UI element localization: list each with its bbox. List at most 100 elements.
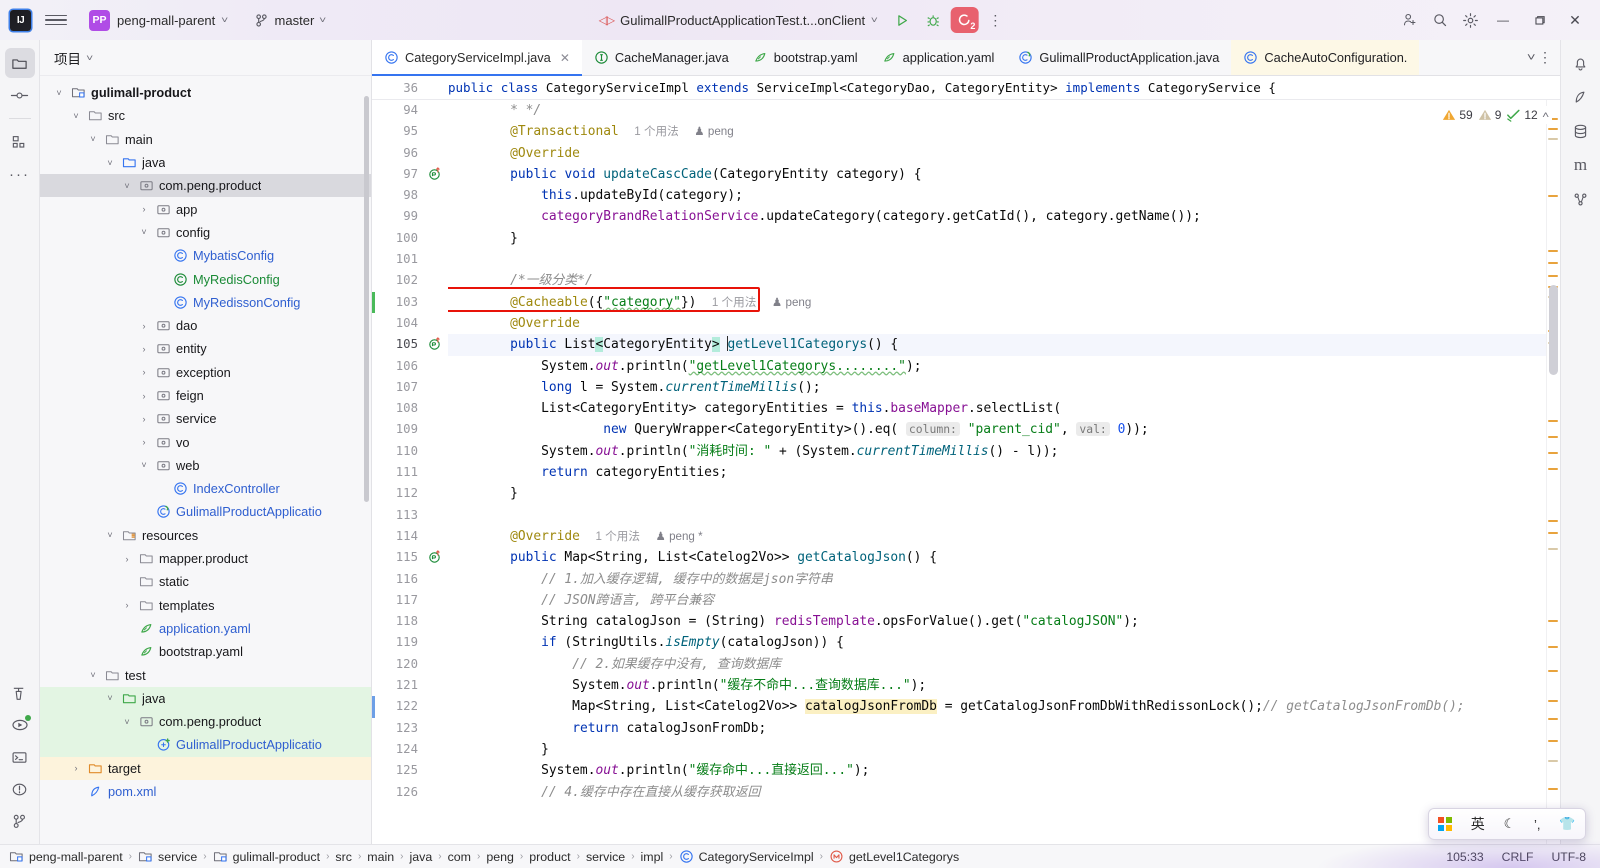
tab-application-yaml[interactable]: application.yaml	[870, 40, 1007, 75]
marker-tick[interactable]	[1548, 788, 1558, 791]
marker-tick[interactable]	[1548, 740, 1558, 743]
gutter-icon-slot[interactable]	[426, 377, 448, 398]
maximize-window-button[interactable]	[1522, 6, 1556, 34]
line-separator[interactable]: CRLF	[1502, 850, 1534, 864]
code-line[interactable]: * */	[448, 100, 1546, 121]
code-line[interactable]: String catalogJson = (String) redisTempl…	[448, 611, 1546, 632]
tree-node-app[interactable]: › app	[40, 197, 371, 220]
gutter-icon-slot[interactable]	[426, 398, 448, 419]
sidebar-item-maven[interactable]	[1566, 82, 1596, 112]
gutter-icon-slot[interactable]	[426, 611, 448, 632]
tab-cachemanager-java[interactable]: CacheManager.java	[582, 40, 741, 75]
code-line[interactable]: // JSON跨语言, 跨平台兼容	[448, 590, 1546, 611]
marker-tick[interactable]	[1548, 700, 1558, 703]
override-method-icon[interactable]	[427, 336, 442, 351]
project-tree[interactable]: ˅ gulimall-product ˅ src ˅ main ˅ java ˅ com.peng…	[40, 76, 371, 844]
gutter-icon-slot[interactable]	[426, 696, 448, 717]
vcs-change-marker[interactable]	[372, 291, 375, 313]
inspection-status-widget[interactable]: 59 9 12 ˄	[1438, 106, 1552, 124]
tree-expand-arrow[interactable]: ›	[137, 391, 151, 401]
sidebar-item-database[interactable]	[1566, 116, 1596, 146]
tree-node-static[interactable]: static	[40, 570, 371, 593]
code-editor[interactable]: 94 95 96 97 98 99 100 101 102 103 104 105 106 107 108 1…	[372, 100, 1560, 844]
marker-tick[interactable]	[1548, 532, 1558, 535]
code-line[interactable]: @Cacheable({"category"}) 1 个用法 ♟ peng	[448, 292, 1546, 313]
gutter-icon-slot[interactable]	[426, 441, 448, 462]
tree-expand-arrow[interactable]: ›	[137, 437, 151, 447]
close-window-button[interactable]: ✕	[1558, 6, 1592, 34]
code-line[interactable]: System.out.println("消耗时间: " + (System.cu…	[448, 441, 1546, 462]
sidebar-item-terminal[interactable]	[5, 742, 35, 772]
tree-expand-arrow[interactable]: ˅	[120, 717, 134, 727]
gutter-icon-slot[interactable]	[426, 675, 448, 696]
breadcrumb-item-java[interactable]: java	[409, 850, 434, 864]
code-line[interactable]: public void updateCascCade(CategoryEntit…	[448, 164, 1546, 185]
project-selector[interactable]: PP peng-mall-parent ˅	[83, 7, 234, 34]
tree-expand-arrow[interactable]: ›	[137, 414, 151, 424]
tree-expand-arrow[interactable]: ˅	[86, 134, 100, 144]
code-line[interactable]: this.updateById(category);	[448, 185, 1546, 206]
moon-icon[interactable]: ☾	[1504, 816, 1516, 832]
breadcrumb-item-src[interactable]: src	[334, 850, 353, 864]
tree-node-gulimallproductapplicatio[interactable]: GulimallProductApplicatio	[40, 500, 371, 523]
breadcrumb[interactable]: peng-mall-parent › service › gulimall-produc…	[8, 849, 960, 864]
file-encoding[interactable]: UTF-8	[1551, 850, 1586, 864]
services-run-badge[interactable]: 2	[950, 7, 979, 33]
code-line[interactable]: System.out.println("getLevel1Categorys..…	[448, 356, 1546, 377]
code-line[interactable]: // 2.如果缓存中没有, 查询数据库	[448, 654, 1546, 675]
gutter-icon-slot[interactable]	[426, 782, 448, 803]
tree-expand-arrow[interactable]: ˅	[103, 530, 117, 540]
tab-close-icon[interactable]: ✕	[560, 51, 570, 65]
vcs-change-marker[interactable]	[372, 696, 375, 718]
tree-node-java[interactable]: ˅ java	[40, 686, 371, 711]
gutter-icon-slot[interactable]	[426, 718, 448, 739]
code-line[interactable]: /*一级分类*/	[448, 270, 1546, 291]
gutter-icon-slot[interactable]	[426, 654, 448, 675]
gutter-icon-slot[interactable]	[426, 100, 448, 121]
sidebar-item-more-tool-windows[interactable]: ···	[5, 159, 35, 189]
gutter-icon-slot[interactable]	[426, 143, 448, 164]
tree-node-web[interactable]: ˅ web	[40, 454, 371, 477]
override-method-icon[interactable]	[427, 166, 442, 181]
sidebar-item-notifications[interactable]	[1566, 48, 1596, 78]
ime-mode-label[interactable]: 英	[1471, 814, 1485, 834]
tree-node-resources[interactable]: ˅ resources	[40, 524, 371, 547]
gutter-icon-slot[interactable]	[426, 739, 448, 760]
marker-tick[interactable]	[1548, 520, 1558, 523]
tree-node-application-yaml[interactable]: application.yaml	[40, 617, 371, 640]
tree-node-feign[interactable]: › feign	[40, 384, 371, 407]
tree-node-target[interactable]: › target	[40, 756, 371, 780]
sidebar-item-project[interactable]	[4, 48, 35, 78]
marker-tick[interactable]	[1548, 718, 1558, 721]
tree-expand-arrow[interactable]: ˅	[86, 670, 100, 680]
marker-tick[interactable]	[1548, 128, 1558, 131]
tree-node-dao[interactable]: › dao	[40, 314, 371, 337]
breadcrumb-item-main[interactable]: main	[366, 850, 395, 864]
gutter-icon-slot[interactable]	[426, 164, 448, 185]
tree-node-service[interactable]: › service	[40, 407, 371, 430]
gutter-icon-slot[interactable]	[426, 462, 448, 483]
settings-button[interactable]	[1456, 7, 1484, 33]
tree-expand-arrow[interactable]: ›	[137, 344, 151, 354]
gutter-icon-slot[interactable]	[426, 760, 448, 781]
caret-position[interactable]: 105:33	[1446, 850, 1483, 864]
tree-expand-arrow[interactable]: ›	[137, 321, 151, 331]
run-button[interactable]	[888, 7, 916, 33]
breadcrumb-item-product[interactable]: product	[528, 850, 571, 864]
gutter-icon-slot[interactable]	[426, 185, 448, 206]
tree-expand-arrow[interactable]: ›	[69, 763, 83, 773]
tree-node-main[interactable]: ˅ main	[40, 128, 371, 151]
tree-node-bootstrap-yaml[interactable]: bootstrap.yaml	[40, 640, 371, 663]
tree-node-gulimallproductapplicatio[interactable]: GulimallProductApplicatio	[40, 733, 371, 757]
tree-expand-arrow[interactable]: ˅	[103, 693, 117, 703]
code-line[interactable]: categoryBrandRelationService.updateCateg…	[448, 206, 1546, 227]
tree-node-src[interactable]: ˅ src	[40, 104, 371, 127]
gutter-icon-slot[interactable]	[426, 547, 448, 568]
sidebar-item-commit[interactable]	[5, 80, 35, 110]
gutter-icon-slot[interactable]	[426, 249, 448, 270]
tab-cacheautoconfiguration-[interactable]: CacheAutoConfiguration.	[1231, 40, 1420, 75]
tree-node-vo[interactable]: › vo	[40, 430, 371, 453]
tree-node-indexcontroller[interactable]: IndexController	[40, 477, 371, 500]
chevron-down-icon[interactable]: ˅	[1526, 52, 1535, 64]
code-line[interactable]: }	[448, 483, 1546, 504]
